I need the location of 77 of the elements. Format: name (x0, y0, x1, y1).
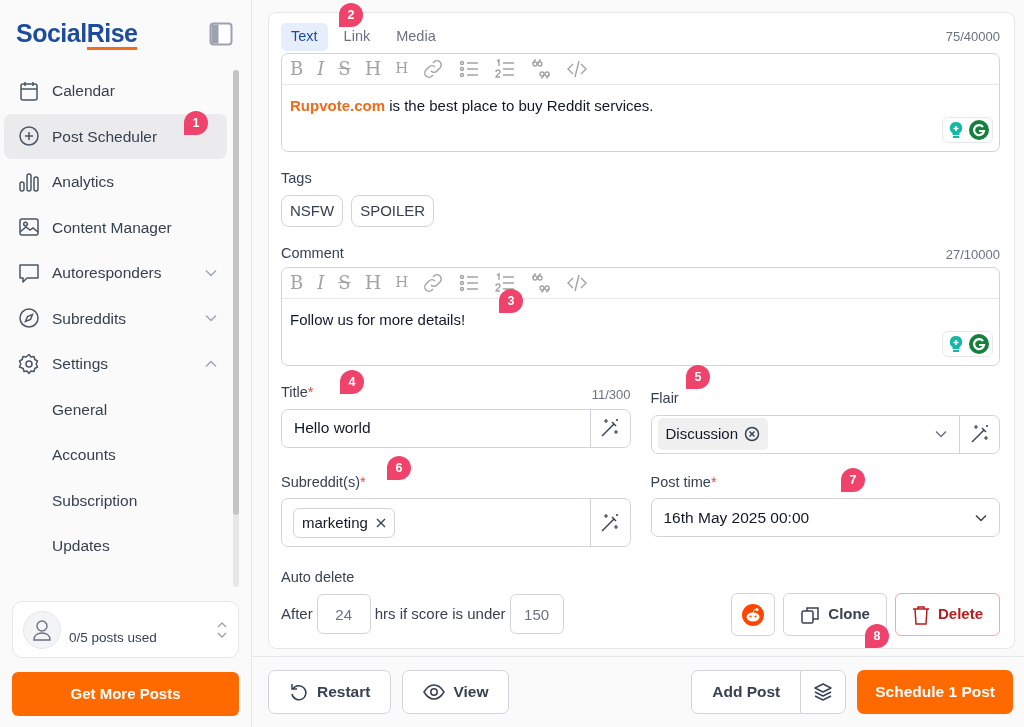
character-counter: 11/300 (591, 386, 631, 404)
layers-icon (813, 682, 834, 702)
image-icon (18, 216, 40, 239)
magic-wand-icon[interactable] (599, 417, 621, 439)
sidebar-item[interactable]: Content Manager (4, 204, 227, 250)
post-time-select[interactable]: 16th May 2025 00:00 (650, 498, 1000, 538)
gear-icon (18, 352, 40, 375)
chevron-down-icon (975, 513, 987, 522)
character-counter: 27/10000 (945, 246, 1000, 265)
tag-button[interactable]: SPOILER (351, 194, 435, 227)
score-input[interactable]: 150 (509, 594, 564, 634)
quote-icon[interactable] (530, 271, 553, 294)
trash-icon (911, 604, 930, 625)
writing-assistant-icon[interactable] (942, 330, 993, 357)
sidebar-subitem[interactable]: Subscription (4, 477, 227, 523)
sidebar-item[interactable]: Subreddits (4, 295, 227, 341)
flair-label: Flair (650, 388, 679, 408)
plus-circle-icon (18, 125, 40, 148)
text-editor[interactable]: B I S H H Rupvote.com is the best place to buy Reddit services. (281, 52, 1000, 152)
editor-tab[interactable]: Text (281, 23, 328, 51)
bar-chart-icon (18, 170, 40, 193)
subreddits-label: Subreddit(s)* (281, 472, 366, 492)
post-body-text: Rupvote.com is the best place to buy Reddit services. (290, 96, 654, 114)
auto-delete-text: hrs if score is under (374, 603, 506, 624)
title-label: Title* (281, 382, 314, 402)
subreddits-field[interactable]: marketing (281, 498, 631, 548)
undo-icon (289, 682, 309, 702)
sidebar-subitem[interactable]: General (4, 386, 227, 432)
post-time-label: Post time* (650, 472, 717, 492)
sidebar-item[interactable]: Analytics (4, 159, 227, 205)
brand-logo[interactable]: SocialRise (16, 15, 138, 53)
writing-assistant-icon[interactable] (942, 116, 993, 143)
sidebar-item[interactable]: Settings (4, 341, 227, 387)
eye-icon (423, 684, 446, 700)
numbered-list-icon[interactable] (494, 271, 517, 294)
auto-delete-label: Auto delete (281, 568, 355, 588)
alien-face-icon (742, 603, 765, 626)
expand-collapse-icon (216, 620, 228, 639)
calendar-icon (18, 79, 40, 102)
step-marker: 2 (339, 3, 363, 27)
editor-tab[interactable]: Media (386, 23, 446, 51)
restart-button[interactable]: Restart (268, 670, 392, 714)
delete-button[interactable]: Delete (894, 593, 1000, 636)
tags-label: Tags (281, 168, 312, 188)
compass-icon (18, 307, 40, 330)
sidebar-toggle-icon[interactable] (209, 22, 233, 46)
link-icon[interactable] (422, 271, 445, 294)
chat-bubble-icon (18, 261, 40, 284)
title-field[interactable]: Hello world (281, 408, 631, 448)
sidebar-item[interactable]: Autoresponders (4, 250, 227, 296)
quote-icon[interactable] (530, 57, 553, 80)
close-icon[interactable] (375, 517, 386, 528)
auto-delete-text: After (281, 603, 313, 624)
usage-text: 0/5 posts used (69, 628, 158, 647)
scrollbar[interactable] (233, 70, 239, 587)
subreddit-chip: marketing (293, 507, 395, 538)
link-icon[interactable] (422, 57, 445, 80)
character-counter: 75/40000 (945, 28, 1000, 47)
flair-chip: Discussion (657, 417, 769, 451)
numbered-list-icon[interactable] (494, 57, 517, 80)
magic-wand-icon[interactable] (599, 511, 621, 534)
comment-label: Comment (281, 244, 344, 263)
copy-icon (800, 604, 821, 625)
sidebar-subitem[interactable]: Accounts (4, 432, 227, 478)
chevron-down-icon (935, 430, 947, 438)
sidebar-subitem[interactable]: Updates (4, 523, 227, 569)
sidebar-item[interactable]: Calendar (4, 68, 227, 114)
user-avatar (23, 610, 61, 649)
view-button[interactable]: View (402, 670, 510, 714)
add-post-button[interactable]: Add Post (692, 671, 802, 713)
flair-select[interactable]: Discussion (650, 414, 1000, 454)
hours-input[interactable]: 24 (316, 594, 371, 634)
tag-button[interactable]: NSFW (281, 194, 344, 227)
remove-icon[interactable] (744, 426, 761, 442)
reddit-button[interactable] (731, 593, 776, 636)
usage-card[interactable]: 0/5 posts used (12, 601, 239, 658)
comment-text: Follow us for more details! (290, 310, 466, 328)
